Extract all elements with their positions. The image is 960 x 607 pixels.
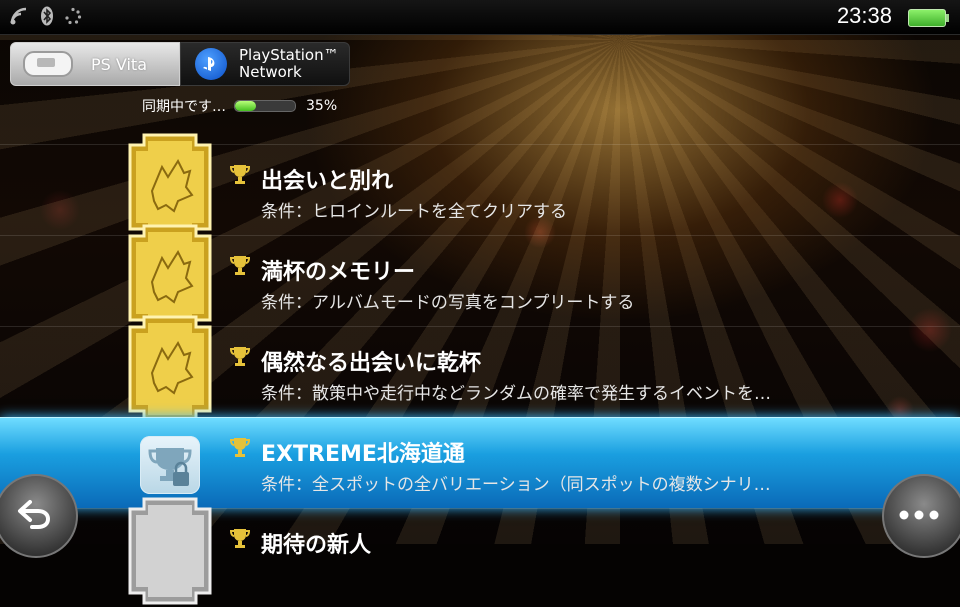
clock: 23:38 [836, 3, 892, 28]
trophy-title: 満杯のメモリー [261, 260, 416, 285]
trophy-cup-icon [229, 527, 251, 553]
playstation-network-icon [195, 48, 227, 80]
trophy-title: 偶然なる出会いに乾杯 [261, 351, 482, 376]
gold-medal-icon [128, 315, 212, 423]
trophy-row[interactable]: 期待の新人 [0, 497, 960, 605]
ps-vita-icon [23, 51, 73, 77]
sync-label: 同期中です… [142, 99, 226, 115]
trophy-cup-icon [229, 436, 251, 462]
trophy-condition: 条件：全スポットの全バリエーション（同スポットの複数シナリ… [261, 475, 771, 495]
locked-trophy-icon [140, 436, 200, 494]
trophy-cup-icon [229, 254, 251, 280]
sync-status: 同期中です… 35% [142, 96, 337, 116]
trophy-title: EXTREME北海道通 [261, 442, 465, 467]
battery-icon [908, 9, 949, 27]
wifi-icon [10, 7, 30, 29]
bluetooth-icon [40, 6, 54, 30]
trophy-condition: 条件：散策中や走行中などランダムの確率で発生するイベントを… [261, 384, 771, 404]
sync-progress-bar [234, 100, 296, 112]
back-arrow-icon [16, 498, 52, 534]
silver-medal-icon [128, 497, 212, 605]
tab-psn[interactable]: PlayStation™ Network [180, 42, 350, 86]
trophy-cup-icon [229, 345, 251, 371]
loading-icon [64, 7, 82, 29]
more-options-button[interactable] [882, 474, 960, 558]
trophy-cup-icon [229, 163, 251, 189]
tab-ps-vita-label: PS Vita [91, 54, 148, 74]
trophy-tabs: PS Vita PlayStation™ Network [10, 42, 350, 86]
tab-psn-label-line2: Network [239, 63, 302, 81]
trophy-title: 出会いと別れ [261, 169, 394, 194]
trophy-row[interactable]: 偶然なる出会いに乾杯 条件：散策中や走行中などランダムの確率で発生するイベントを… [0, 315, 960, 423]
more-options-icon [898, 506, 940, 525]
sync-progress-fill [235, 101, 256, 111]
sync-percent: 35% [306, 98, 338, 114]
trophy-condition: 条件：ヒロインルートを全てクリアする [261, 202, 567, 222]
status-bar: 23:38 [0, 0, 960, 35]
trophy-condition: 条件：アルバムモードの写真をコンプリートする [261, 293, 635, 313]
tab-ps-vita[interactable]: PS Vita [10, 42, 180, 86]
trophy-title: 期待の新人 [261, 533, 372, 558]
tab-psn-label-line1: PlayStation™ [239, 46, 339, 64]
trophy-list: 出会いと別れ 条件：ヒロインルートを全てクリアする 満杯のメモリー 条件：アルバ… [0, 133, 960, 605]
